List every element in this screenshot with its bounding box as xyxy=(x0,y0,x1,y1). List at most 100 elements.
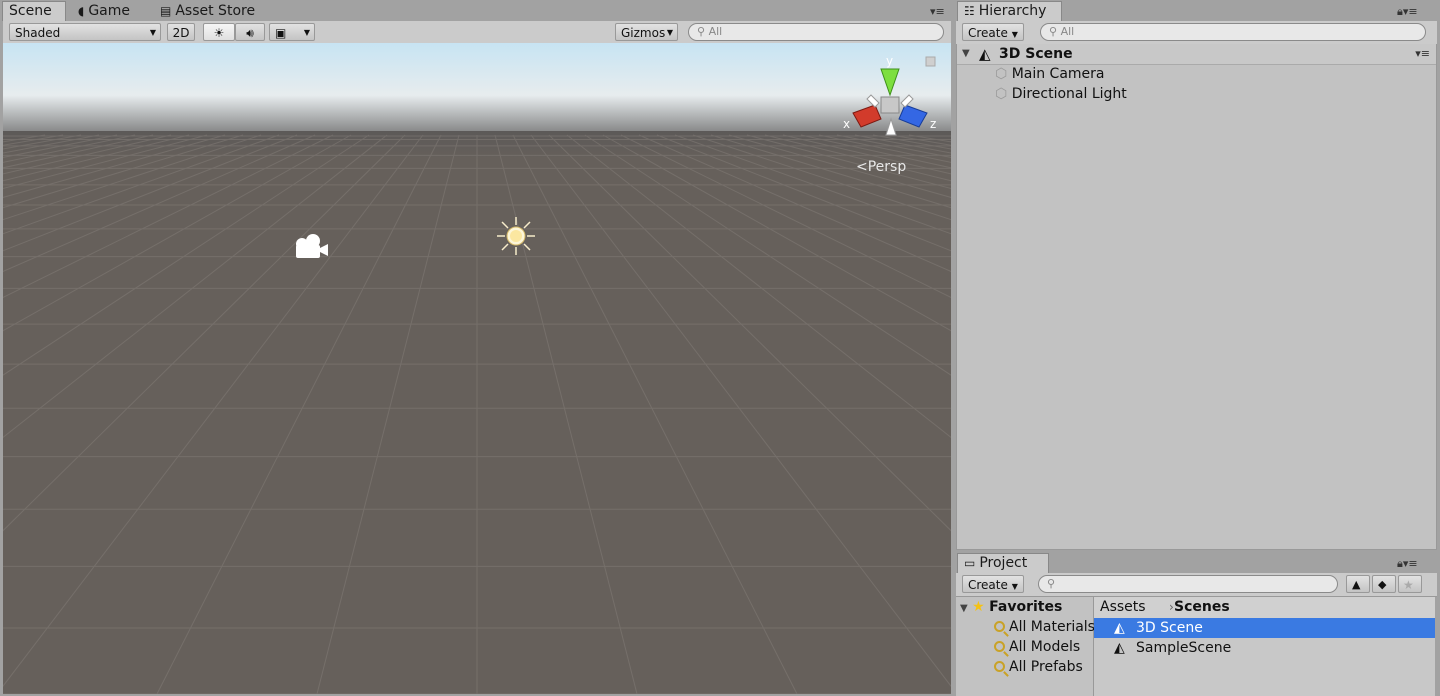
y-axis-cone[interactable] xyxy=(880,68,900,97)
shapes-icon: ▲ xyxy=(1352,578,1361,591)
search-filter-icon xyxy=(994,641,1005,652)
image-icon: ▣ xyxy=(275,26,287,40)
tab-game[interactable]: ◖ Game xyxy=(72,2,136,21)
project-lock-icon[interactable]: 🔒︎▾≡ xyxy=(1397,557,1418,571)
asset-item-samplescene[interactable]: ◭ SampleScene xyxy=(1094,638,1435,658)
favorites-item-prefabs[interactable]: All Prefabs xyxy=(994,657,1083,677)
favorites-item-models[interactable]: All Models xyxy=(994,637,1080,657)
hierarchy-create-label: Create xyxy=(968,26,1008,40)
hierarchy-scene-name: 3D Scene xyxy=(999,46,1073,62)
chevron-down-icon: ▼ xyxy=(1011,30,1018,39)
tab-scene-label: Scene xyxy=(9,3,52,19)
toggle-2d-label: 2D xyxy=(172,26,190,40)
favorites-item-label: All Prefabs xyxy=(1009,659,1083,675)
favorites-item-label: All Materials xyxy=(1009,619,1095,635)
scene-viewport[interactable]: y x z <Persp xyxy=(3,43,951,694)
y-axis-label: y xyxy=(886,54,893,68)
panel-menu-icon[interactable]: ▾≡ xyxy=(930,5,945,18)
cube-icon: ⬡ xyxy=(995,86,1008,102)
save-search-button[interactable]: ★ xyxy=(1398,575,1422,593)
project-toolbar: Create ▼ ⚲ ▲ ◆ ★ xyxy=(956,573,1437,597)
effects-dropdown[interactable]: ▣ ▼ xyxy=(269,23,315,41)
asset-item-label: 3D Scene xyxy=(1136,620,1203,636)
sun-icon: ☀ xyxy=(213,26,225,40)
z-axis-label: z xyxy=(930,117,936,131)
shopping-bag-icon: ▤ xyxy=(160,4,172,18)
search-by-type-button[interactable]: ▲ xyxy=(1346,575,1370,593)
camera-gizmo-icon[interactable] xyxy=(291,232,331,262)
light-gizmo-icon[interactable] xyxy=(496,216,536,256)
lighting-toggle-button[interactable]: ☀ xyxy=(203,23,235,41)
search-icon: ⚲ xyxy=(697,25,706,38)
hierarchy-item-label: Main Camera xyxy=(1011,66,1105,82)
gizmo-center-cube[interactable] xyxy=(880,96,900,114)
audio-toggle-button[interactable]: 🔊︎ xyxy=(235,23,265,41)
unity-scene-icon: ◭ xyxy=(1114,640,1125,656)
shading-mode-label: Shaded xyxy=(15,26,61,40)
tag-icon: ◆ xyxy=(1378,578,1387,591)
search-filter-icon xyxy=(994,621,1005,632)
hierarchy-scene-row[interactable]: ▼ ◭ 3D Scene ▾≡ xyxy=(957,44,1436,65)
scene-menu-icon[interactable]: ▾≡ xyxy=(1415,44,1430,64)
asset-item-3d-scene[interactable]: ◭ 3D Scene xyxy=(1094,618,1435,638)
unity-scene-icon: ◭ xyxy=(1114,620,1125,636)
project-search-input[interactable]: ⚲ xyxy=(1038,575,1338,593)
hierarchy-item-main-camera[interactable]: ⬡ Main Camera xyxy=(995,64,1105,84)
pacman-icon: ◖ xyxy=(78,4,85,18)
favorites-row[interactable]: ▼ ★ Favorites xyxy=(960,597,1062,617)
list-icon: ☷ xyxy=(964,4,975,18)
tab-hierarchy[interactable]: ☷ Hierarchy xyxy=(957,1,1062,21)
favorites-label: Favorites xyxy=(989,599,1063,615)
tab-scene[interactable]: Scene xyxy=(2,1,66,21)
hierarchy-item-directional-light[interactable]: ⬡ Directional Light xyxy=(995,84,1127,104)
speaker-icon: 🔊︎ xyxy=(246,26,254,40)
hierarchy-create-button[interactable]: Create ▼ xyxy=(962,23,1024,41)
search-filter-icon xyxy=(994,661,1005,672)
cube-icon: ⬡ xyxy=(995,66,1008,82)
z-axis-cone[interactable] xyxy=(898,104,928,128)
expand-arrow-icon[interactable]: ▼ xyxy=(962,44,970,64)
breadcrumb: Assets › Scenes xyxy=(1094,597,1435,619)
scene-search-placeholder: All xyxy=(708,25,723,38)
hierarchy-toolbar: Create ▼ ⚲ All xyxy=(956,21,1437,45)
project-create-button[interactable]: Create ▼ xyxy=(962,575,1024,593)
tab-hierarchy-label: Hierarchy xyxy=(978,3,1047,19)
tab-asset-store-label: Asset Store xyxy=(175,3,256,19)
favorites-item-materials[interactable]: All Materials xyxy=(994,617,1095,637)
chevron-down-icon: ▼ xyxy=(303,28,310,37)
hierarchy-panel: ☷ Hierarchy 🔒︎▾≡ Create ▼ ⚲ All ▼ ◭ 3D Sc… xyxy=(955,0,1440,550)
x-axis-label: x xyxy=(843,117,850,131)
search-by-label-button[interactable]: ◆ xyxy=(1372,575,1396,593)
lock-icon[interactable] xyxy=(925,56,936,67)
gizmos-dropdown[interactable]: Gizmos ▼ xyxy=(615,23,678,41)
hierarchy-search-placeholder: All xyxy=(1060,25,1075,38)
projection-toggle[interactable]: <Persp xyxy=(856,159,906,175)
gizmos-label: Gizmos xyxy=(621,26,666,40)
tab-project[interactable]: ▭ Project xyxy=(957,553,1049,573)
favorites-item-label: All Models xyxy=(1009,639,1081,655)
toggle-2d-button[interactable]: 2D xyxy=(167,23,195,41)
project-create-label: Create xyxy=(968,578,1008,592)
orientation-gizmo[interactable]: y x z xyxy=(841,47,941,147)
hierarchy-search-input[interactable]: ⚲ All xyxy=(1040,23,1426,41)
project-asset-list: Assets › Scenes ◭ 3D Scene ◭ SampleScene xyxy=(1094,597,1435,696)
scene-search-input[interactable]: ⚲ All xyxy=(688,23,944,41)
asset-item-label: SampleScene xyxy=(1136,640,1232,656)
tab-asset-store[interactable]: ▤ Asset Store xyxy=(154,2,261,21)
hierarchy-lock-icon[interactable]: 🔒︎▾≡ xyxy=(1397,5,1418,19)
x-axis-cone[interactable] xyxy=(852,104,882,128)
breadcrumb-assets[interactable]: Assets xyxy=(1100,597,1146,617)
project-folder-tree: ▼ ★ Favorites All Materials All Models A… xyxy=(956,597,1095,696)
scene-panel: Scene ◖ Game ▤ Asset Store ▾≡ Shaded ▼ 2D … xyxy=(0,0,953,696)
expand-arrow-icon[interactable]: ▼ xyxy=(960,603,968,614)
breadcrumb-scenes[interactable]: Scenes xyxy=(1174,597,1230,617)
chevron-down-icon: ▼ xyxy=(149,28,156,37)
chevron-down-icon: ▼ xyxy=(1011,582,1018,591)
scene-tabbar: Scene ◖ Game ▤ Asset Store ▾≡ xyxy=(0,0,953,21)
shading-mode-dropdown[interactable]: Shaded ▼ xyxy=(9,23,161,41)
folder-icon: ▭ xyxy=(964,556,976,570)
scene-view-canvas xyxy=(3,43,951,694)
persp-chevron-icon: < xyxy=(856,159,868,175)
tab-game-label: Game xyxy=(88,3,131,19)
search-icon: ⚲ xyxy=(1047,577,1056,590)
